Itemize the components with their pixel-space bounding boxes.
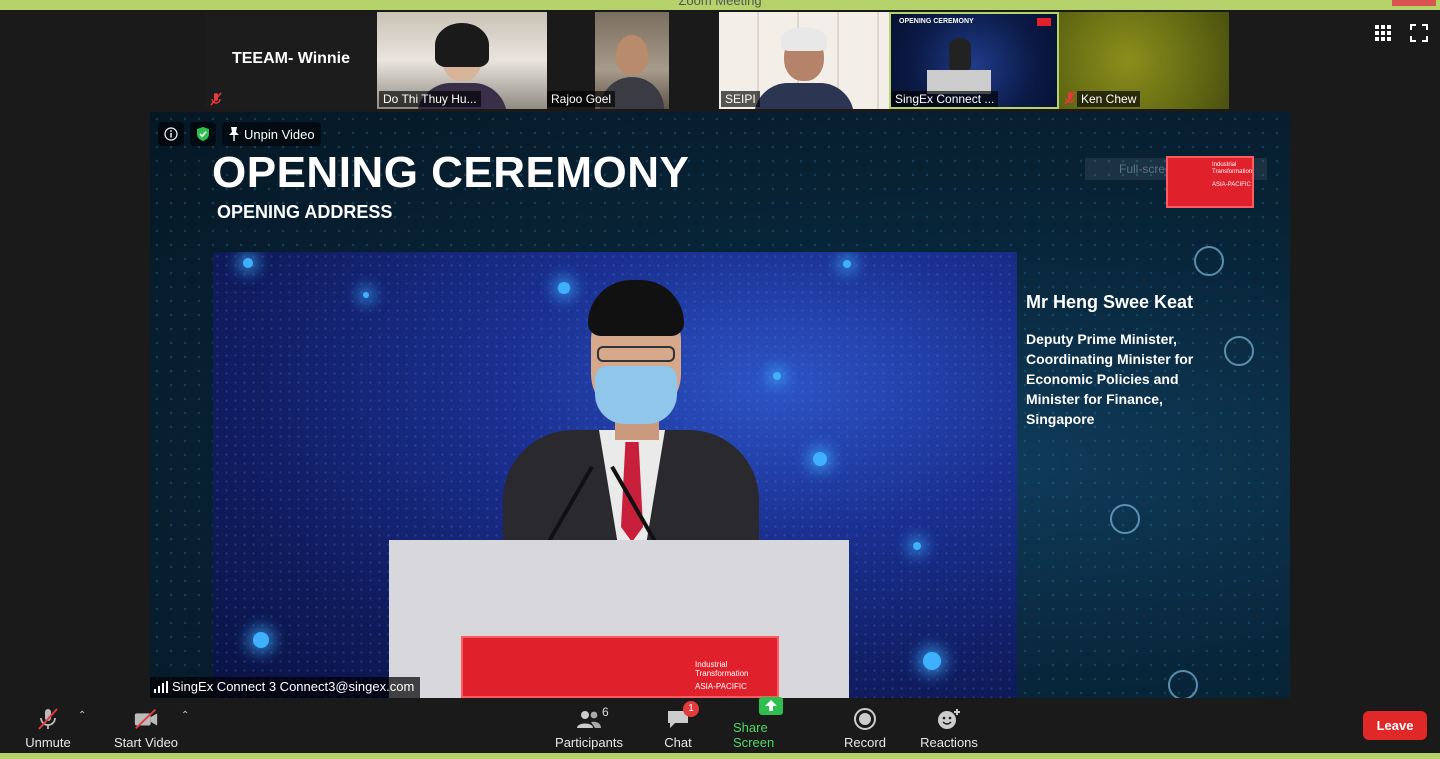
record-label: Record [844,735,886,750]
audio-options-caret[interactable]: ⌃ [78,710,88,721]
speaker-video: Industrial Transformation ASIA-PACIFIC [213,252,1017,698]
video-off-icon [134,709,158,729]
gallery-view-icon[interactable] [1374,24,1392,42]
speaker-info: Mr Heng Swee Keat Deputy Prime Minister,… [1026,292,1236,429]
network-node-icon [1224,336,1254,366]
chat-label: Chat [664,735,692,750]
mini-slide-title: OPENING CEREMONY [899,18,974,25]
encryption-badge[interactable] [190,122,216,146]
speaker-role-line: Coordinating Minister for [1026,351,1194,367]
participant-tile[interactable]: Rajoo Goel [547,12,719,109]
active-speaker-name: SingEx Connect 3 Connect3@singex.com [172,679,415,694]
mini-event-logo [1037,18,1051,26]
participants-button[interactable]: 6 Participants [554,702,624,750]
participant-video [749,21,859,109]
window-close-button[interactable] [1392,0,1436,6]
network-node-icon [1168,670,1198,698]
pin-icon [229,127,239,141]
unpin-video-label: Unpin Video [244,126,315,142]
slide-title: OPENING CEREMONY [212,148,690,197]
mic-muted-icon [1064,91,1076,105]
signal-strength-icon [154,681,168,693]
participants-label: Participants [555,735,623,750]
reactions-smiley-icon [938,709,960,729]
unmute-button[interactable]: Unmute [22,702,74,750]
view-controls [1374,24,1428,42]
share-screen-label: Share Screen [733,720,775,750]
record-icon [854,708,876,730]
info-icon [164,127,178,141]
podium-sign: Industrial Transformation ASIA-PACIFIC [461,636,779,698]
meeting-info-button[interactable] [158,122,184,146]
speaker-role-line: Minister for Finance, [1026,391,1163,407]
speaker-role-line: Singapore [1026,411,1095,427]
main-video-stage[interactable]: Unpin Video OPENING CEREMONY OPENING ADD… [150,112,1290,698]
reactions-button[interactable]: Reactions [920,702,978,750]
mic-muted-icon [38,708,58,730]
window-bottom-border [0,753,1440,759]
share-screen-button[interactable]: Share Screen [733,697,809,750]
shield-check-icon [197,127,209,141]
participant-tile[interactable]: Ken Chew [1059,12,1229,109]
participants-icon [577,711,601,728]
participant-name: SEIPI [721,91,760,107]
leave-meeting-button[interactable]: Leave [1363,711,1427,740]
chat-unread-badge: 1 [683,701,699,717]
speaker-role-line: Deputy Prime Minister, [1026,331,1177,347]
network-node-icon [1110,504,1140,534]
reactions-label: Reactions [920,735,978,750]
fullscreen-icon[interactable] [1410,24,1428,42]
participant-name: SingEx Connect ... [891,91,999,107]
participant-tile[interactable]: SEIPI [719,12,889,109]
video-options-caret[interactable]: ⌃ [181,710,191,721]
event-logo: Industrial Transformation ASIA-PACIFIC [1166,156,1254,208]
podium: Industrial Transformation ASIA-PACIFIC [389,540,849,698]
speaker-name: Mr Heng Swee Keat [1026,292,1194,312]
participants-count: 6 [602,705,609,719]
unpin-video-button[interactable]: Unpin Video [222,122,321,146]
start-video-label: Start Video [113,735,179,750]
meeting-toolbar: Unmute ⌃ Start Video ⌃ 6 Participants 1 … [0,697,1440,753]
participant-name: TEEAM- Winnie [231,50,351,67]
window-titlebar: Zoom Meeting [0,0,1440,10]
video-overlay-controls: Unpin Video [158,122,321,146]
mic-muted-icon [210,92,222,106]
active-speaker-label: SingEx Connect 3 Connect3@singex.com [150,677,421,698]
participant-strip: TEEAM- Winnie Do Thi Thuy Hu... Rajoo Go… [205,12,1229,109]
chat-button[interactable]: 1 Chat [660,701,699,750]
slide-subtitle: OPENING ADDRESS [217,202,393,222]
network-node-icon [1194,246,1224,276]
participant-tile-active[interactable]: OPENING CEREMONY SingEx Connect ... [889,12,1059,109]
participant-tile[interactable]: Do Thi Thuy Hu... [377,12,547,109]
share-screen-icon [759,697,783,715]
participant-name: Do Thi Thuy Hu... [379,91,481,107]
speaker-role-line: Economic Policies and [1026,371,1179,387]
window-title: Zoom Meeting [678,0,762,8]
participant-tile[interactable]: TEEAM- Winnie [205,12,377,109]
record-button[interactable]: Record [843,702,887,750]
participant-name: Ken Chew [1077,91,1141,107]
participant-name: Rajoo Goel [547,91,616,107]
start-video-button[interactable]: Start Video [112,702,180,750]
unmute-label: Unmute [25,735,71,750]
